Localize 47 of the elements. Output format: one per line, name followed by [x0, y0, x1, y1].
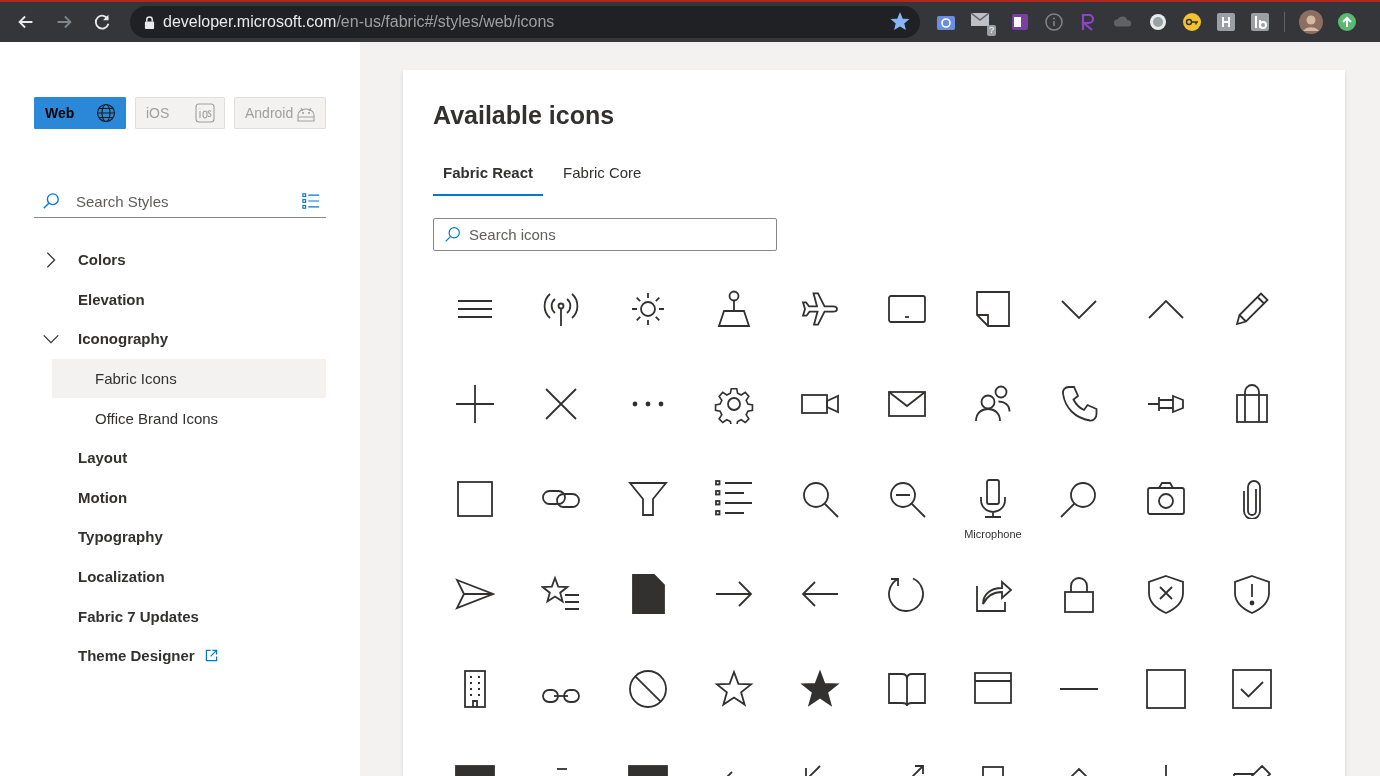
ring-icon[interactable] — [1148, 12, 1168, 32]
notification-badge: ? — [987, 24, 996, 36]
search-icon — [42, 192, 60, 210]
blocked-icon[interactable] — [627, 668, 668, 709]
web-icon — [96, 103, 116, 123]
url-text: developer.microsoft.com/en-us/fabric#/styles/web/icons — [163, 13, 555, 31]
notebook-icon[interactable] — [1010, 12, 1030, 32]
nav-item[interactable]: Theme Designer — [34, 635, 326, 676]
people-icon[interactable] — [972, 383, 1013, 424]
lock-icon — [144, 15, 155, 29]
search-icon — [444, 226, 461, 243]
tab[interactable]: Fabric React — [433, 150, 544, 196]
nav-item[interactable]: Elevation — [34, 279, 326, 320]
nav-item[interactable]: Fabric 7 Updates — [34, 596, 326, 636]
nav-item[interactable]: Iconography — [34, 319, 326, 359]
tab[interactable]: Fabric Core — [553, 150, 652, 196]
square-icon[interactable] — [455, 478, 496, 519]
key-icon[interactable] — [1182, 12, 1202, 32]
checkbox-icon[interactable] — [1231, 668, 1272, 709]
star-icon[interactable] — [714, 668, 755, 709]
list-icon[interactable] — [302, 192, 320, 210]
nav-subitem[interactable]: Office Brand Icons — [52, 398, 326, 438]
platform-tab[interactable]: Web — [34, 97, 126, 129]
tooltip: Microphone — [962, 528, 1024, 540]
star-icon[interactable] — [890, 12, 910, 32]
square-icon[interactable] — [1145, 668, 1186, 709]
extension-icon[interactable] — [1216, 12, 1236, 32]
shield-alert-icon[interactable] — [1231, 573, 1272, 614]
nav-item[interactable]: Localization — [34, 556, 326, 597]
external-link-icon — [204, 649, 218, 663]
nav-item[interactable]: Layout — [34, 437, 326, 478]
star-icon[interactable] — [800, 668, 841, 709]
plus-icon[interactable] — [455, 383, 496, 424]
nav-item[interactable]: Colors — [34, 240, 326, 280]
nav-item[interactable]: Typography — [34, 517, 326, 557]
nav-subitem[interactable]: Fabric Icons — [52, 358, 326, 399]
extension-icon[interactable] — [1250, 12, 1270, 32]
ios-icon — [195, 103, 215, 123]
avatar-icon[interactable] — [1299, 10, 1323, 34]
address-bar[interactable]: developer.microsoft.com/en-us/fabric#/styles/web/icons — [130, 6, 920, 38]
info-icon[interactable] — [1044, 12, 1064, 32]
phone-icon[interactable] — [1059, 383, 1100, 424]
nav-item[interactable]: Motion — [34, 477, 326, 518]
page-title: Available icons — [433, 100, 616, 131]
search-field[interactable]: Search icons — [433, 218, 777, 251]
search-field[interactable]: Search Styles — [34, 185, 326, 218]
shield-x-icon[interactable] — [1145, 573, 1186, 614]
